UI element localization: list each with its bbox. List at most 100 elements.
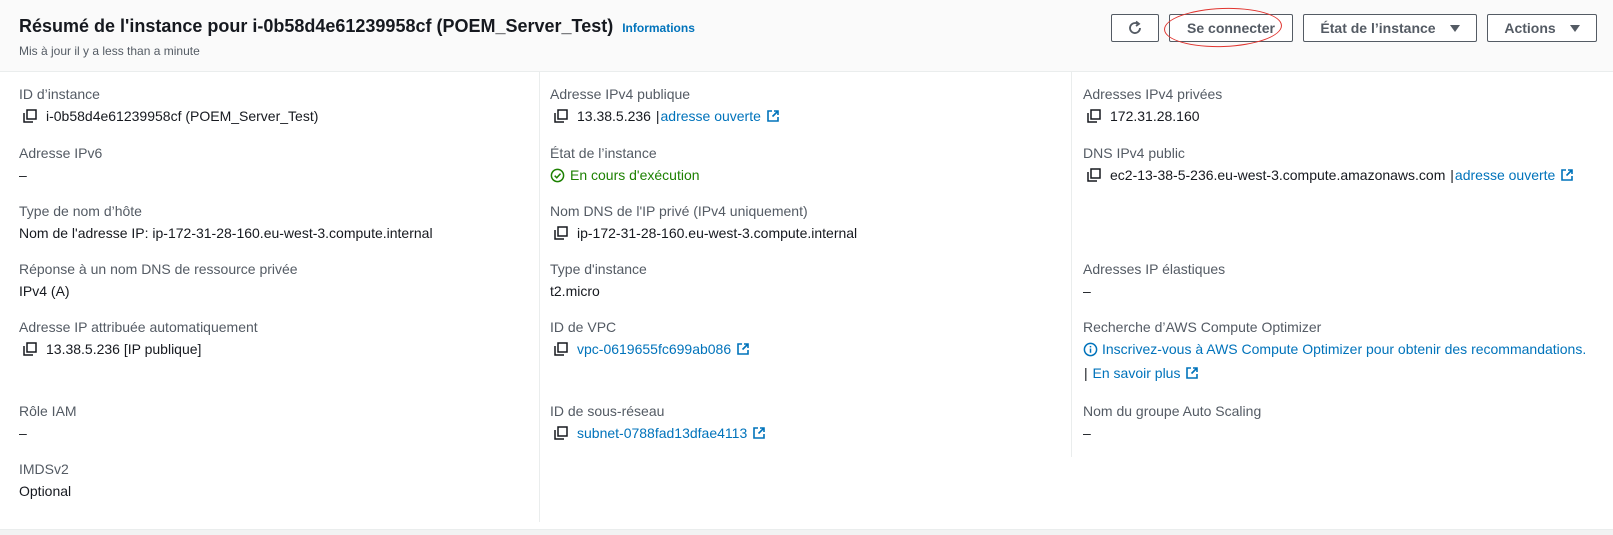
- actions-dropdown[interactable]: Actions: [1487, 14, 1597, 42]
- field-value: vpc-0619655fc699ab086: [550, 341, 750, 357]
- copy-icon[interactable]: [1087, 168, 1101, 182]
- field-label: ID de VPC: [550, 319, 617, 335]
- connect-button-label: Se connecter: [1187, 20, 1275, 36]
- connect-button[interactable]: Se connecter: [1163, 5, 1293, 50]
- separator: |: [1446, 167, 1454, 183]
- field-hostname-type: Type de nom d’hôte Nom de l'adresse IP: …: [19, 203, 433, 241]
- instance-type-value: t2.micro: [550, 283, 600, 299]
- open-address-link[interactable]: adresse ouverte: [1455, 167, 1555, 183]
- summary-header: Résumé de l'instance pour i-0b58d4e61239…: [0, 0, 1613, 72]
- copy-icon[interactable]: [554, 226, 568, 240]
- field-value: ec2-13-38-5-236.eu-west-3.compute.amazon…: [1083, 167, 1574, 183]
- field-label: ID d’instance: [19, 86, 100, 102]
- dns-response-value: IPv4 (A): [19, 283, 70, 299]
- copy-icon[interactable]: [23, 109, 37, 123]
- external-link-icon[interactable]: [736, 342, 750, 356]
- details-column-2: Adresse IPv4 publique 13.38.5.236 | adre…: [540, 72, 1072, 457]
- field-label: DNS IPv4 public: [1083, 145, 1185, 161]
- private-ipv4-value: 172.31.28.160: [1110, 108, 1200, 124]
- field-label: Type de nom d’hôte: [19, 203, 142, 219]
- caret-down-icon: [1449, 24, 1460, 32]
- separator: |: [651, 108, 660, 124]
- public-dns-value: ec2-13-38-5-236.eu-west-3.compute.amazon…: [1110, 167, 1446, 183]
- field-label: IMDSv2: [19, 461, 69, 477]
- copy-icon[interactable]: [23, 342, 37, 356]
- auto-ip-value: 13.38.5.236 [IP publique]: [46, 341, 202, 357]
- field-compute-optimizer: Recherche d’AWS Compute Optimizer Inscri…: [1083, 319, 1586, 381]
- private-dns-value: ip-172-31-28-160.eu-west-3.compute.inter…: [577, 225, 858, 241]
- field-value: Inscrivez-vous à AWS Compute Optimizer p…: [1083, 341, 1586, 357]
- public-ipv4-value: 13.38.5.236: [577, 108, 651, 124]
- field-label: Adresse IPv6: [19, 145, 103, 161]
- open-address-link[interactable]: adresse ouverte: [661, 108, 761, 124]
- info-circle-icon: [1083, 342, 1098, 356]
- field-label: Recherche d’AWS Compute Optimizer: [1083, 319, 1322, 335]
- elastic-ip-value: –: [1083, 283, 1091, 299]
- refresh-icon: [1129, 20, 1141, 34]
- auto-scaling-group-value: –: [1083, 425, 1091, 441]
- field-value: ip-172-31-28-160.eu-west-3.compute.inter…: [550, 225, 857, 241]
- field-label: ID de sous-réseau: [550, 403, 665, 419]
- instance-id-value: i-0b58d4e61239958cf (POEM_Server_Test): [46, 108, 319, 124]
- details-column-1: ID d’instance i-0b58d4e61239958cf (POEM_…: [0, 72, 540, 522]
- vpc-id-link[interactable]: vpc-0619655fc699ab086: [577, 341, 731, 357]
- field-label: Adresse IPv4 publique: [550, 86, 691, 102]
- instance-summary-panel: Résumé de l'instance pour i-0b58d4e61239…: [0, 0, 1613, 535]
- external-link-icon[interactable]: [752, 426, 766, 440]
- field-label: Adresses IPv4 privées: [1083, 86, 1223, 102]
- copy-icon[interactable]: [1087, 109, 1101, 123]
- panel-bottom-border: [0, 529, 1613, 535]
- check-circle-icon: [550, 168, 565, 182]
- field-label: Réponse à un nom DNS de ressource privée: [19, 261, 298, 277]
- field-public-ipv4: Adresse IPv4 publique 13.38.5.236 | adre…: [550, 86, 780, 124]
- field-instance-id: ID d’instance i-0b58d4e61239958cf (POEM_…: [19, 86, 318, 124]
- field-public-dns: DNS IPv4 public ec2-13-38-5-236.eu-west-…: [1083, 145, 1574, 183]
- field-dns-response: Réponse à un nom DNS de ressource privée…: [19, 261, 298, 299]
- instance-state-dropdown[interactable]: État de l’instance: [1303, 14, 1477, 42]
- copy-icon[interactable]: [554, 426, 568, 440]
- field-iam-role: Rôle IAM –: [19, 403, 77, 441]
- field-vpc-id: ID de VPC vpc-0619655fc699ab086: [550, 319, 750, 357]
- copy-icon[interactable]: [554, 342, 568, 356]
- separator: |: [1084, 365, 1092, 381]
- field-value: subnet-0788fad13dfae4113: [550, 425, 766, 441]
- field-value: i-0b58d4e61239958cf (POEM_Server_Test): [19, 108, 318, 124]
- field-private-dns: Nom DNS de l'IP privé (IPv4 uniquement) …: [550, 203, 857, 241]
- copy-icon[interactable]: [554, 109, 568, 123]
- field-label: Rôle IAM: [19, 403, 77, 419]
- external-link-icon[interactable]: [1185, 366, 1199, 380]
- field-label: Nom du groupe Auto Scaling: [1083, 403, 1262, 419]
- field-value: En cours d'exécution: [550, 167, 700, 183]
- field-label: Adresse IP attribuée automatiquement: [19, 319, 258, 335]
- compute-optimizer-link[interactable]: Inscrivez-vous à AWS Compute Optimizer p…: [1102, 341, 1586, 357]
- field-label: État de l’instance: [550, 145, 657, 161]
- title-row: Résumé de l'instance pour i-0b58d4e61239…: [19, 16, 695, 37]
- iam-role-value: –: [19, 425, 27, 441]
- field-private-ipv4: Adresses IPv4 privées 172.31.28.160: [1083, 86, 1222, 124]
- instance-state-value: En cours d'exécution: [570, 167, 700, 183]
- learn-more-link[interactable]: En savoir plus: [1093, 365, 1181, 381]
- info-link[interactable]: Informations: [622, 21, 695, 35]
- ipv6-value: –: [19, 167, 27, 183]
- actions-label: Actions: [1504, 20, 1556, 36]
- field-instance-state: État de l’instance En cours d'exécution: [550, 145, 700, 183]
- subnet-id-link[interactable]: subnet-0788fad13dfae4113: [577, 425, 747, 441]
- external-link-icon[interactable]: [1560, 168, 1574, 182]
- hostname-type-value: Nom de l'adresse IP: ip-172-31-28-160.eu…: [19, 225, 433, 241]
- imdsv2-value: Optional: [19, 483, 72, 499]
- field-auto-ip: Adresse IP attribuée automatiquement 13.…: [19, 319, 258, 357]
- field-subnet-id: ID de sous-réseau subnet-0788fad13dfae41…: [550, 403, 766, 441]
- last-updated-text: Mis à jour il y a less than a minute: [19, 44, 200, 58]
- field-value: 13.38.5.236 | adresse ouverte: [550, 108, 780, 124]
- field-label: Adresses IP élastiques: [1083, 261, 1226, 277]
- caret-down-icon: [1569, 24, 1580, 32]
- field-imdsv2: IMDSv2 Optional: [19, 461, 71, 499]
- external-link-icon[interactable]: [766, 109, 780, 123]
- refresh-button[interactable]: [1111, 14, 1159, 42]
- field-label: Type d'instance: [550, 261, 647, 277]
- field-value: 172.31.28.160: [1083, 108, 1222, 124]
- field-auto-scaling-group: Nom du groupe Auto Scaling –: [1083, 403, 1261, 441]
- page-title: Résumé de l'instance pour i-0b58d4e61239…: [19, 16, 614, 36]
- field-elastic-ip: Adresses IP élastiques –: [1083, 261, 1225, 299]
- field-instance-type: Type d'instance t2.micro: [550, 261, 647, 299]
